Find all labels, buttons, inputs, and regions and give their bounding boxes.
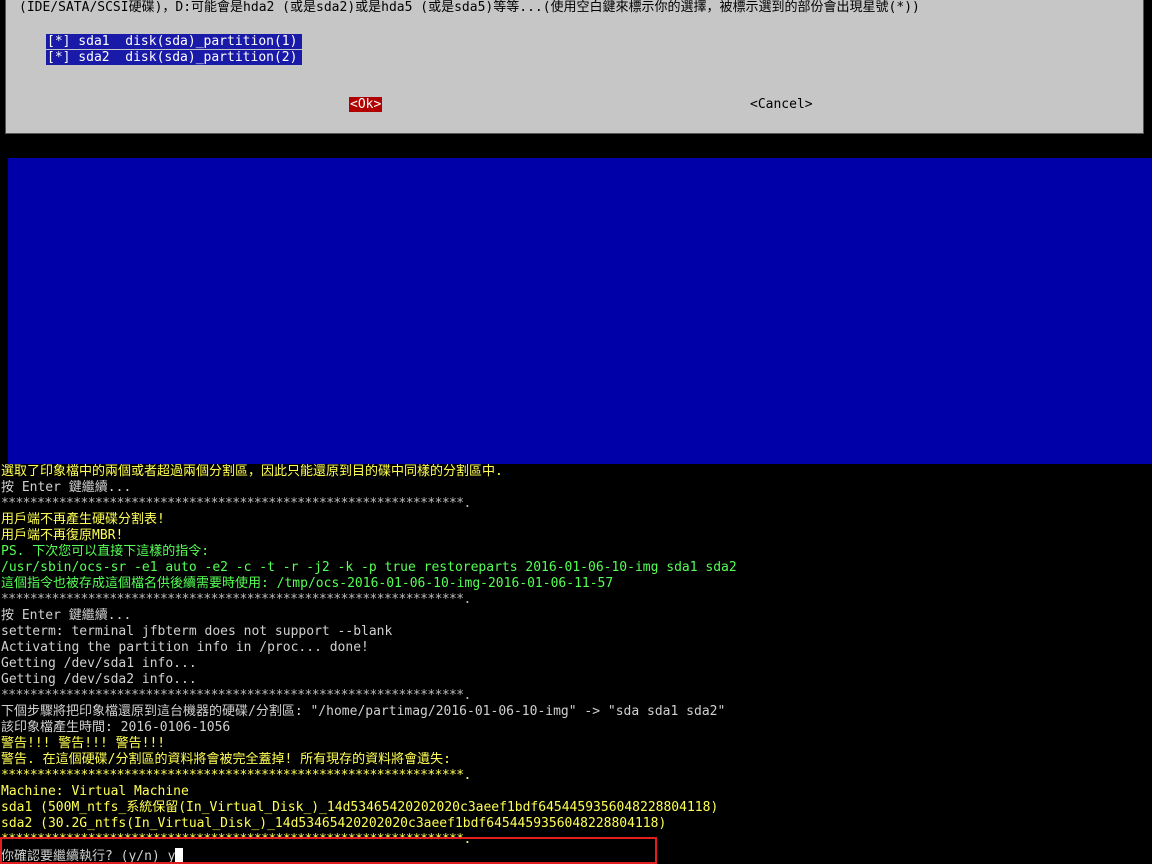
terminal-line: Activating the partition info in /proc..… <box>1 640 369 655</box>
partition-item-sda1[interactable]: [*] sda1 disk(sda)_partition(1) <box>46 34 302 49</box>
terminal-line: 用戶端不再復原MBR! <box>1 528 124 543</box>
left-black-strip <box>0 144 8 464</box>
terminal-line: ****************************************… <box>1 768 471 783</box>
cancel-button[interactable]: <Cancel> <box>750 97 813 112</box>
terminal-line: ****************************************… <box>1 688 471 703</box>
terminal-line: sda1 (500M_ntfs_系統保留(In_Virtual_Disk_)_1… <box>1 800 719 815</box>
dialog-description: (IDE/SATA/SCSI硬碟)，D:可能會是hda2 (或是sda2)或是h… <box>19 0 920 15</box>
terminal-line: PS. 下次您可以直接下這樣的指令: <box>1 544 210 559</box>
terminal-line: Getting /dev/sda1 info... <box>1 656 197 671</box>
terminal-line: Getting /dev/sda2 info... <box>1 672 197 687</box>
terminal-line: 該印象檔產生時間: 2016-0106-1056 <box>1 720 231 735</box>
terminal-line: 按 Enter 鍵繼續... <box>1 608 132 623</box>
terminal-line: 下個步驟將把印象檔還原到這台機器的硬碟/分割區: "/home/partimag… <box>1 704 726 719</box>
partition-item-sda2[interactable]: [*] sda2 disk(sda)_partition(2) <box>46 50 302 65</box>
terminal-line: 這個指令也被存成這個檔名供後續需要時使用: /tmp/ocs-2016-01-0… <box>1 576 614 591</box>
terminal-line: 選取了印象檔中的兩個或者超過兩個分割區，因此只能還原到目的碟中同樣的分割區中. <box>1 464 503 479</box>
terminal-line: ****************************************… <box>1 592 471 607</box>
terminal-line: sda2 (30.2G_ntfs(In_Virtual_Disk_)_14d53… <box>1 816 667 831</box>
terminal-line: setterm: terminal jfbterm does not suppo… <box>1 624 393 639</box>
terminal-line: 用戶端不再產生硬碟分割表! <box>1 512 165 527</box>
terminal-line: ****************************************… <box>1 496 471 511</box>
ok-button[interactable]: <Ok> <box>349 97 383 112</box>
terminal-line: 警告. 在這個硬碟/分割區的資料將會被完全蓋掉! 所有現存的資料將會遺失: <box>1 752 451 767</box>
terminal-line: /usr/sbin/ocs-sr -e1 auto -e2 -c -t -r -… <box>1 560 737 575</box>
dialog-area: (IDE/SATA/SCSI硬碟)，D:可能會是hda2 (或是sda2)或是h… <box>0 0 1152 144</box>
dialog-shadow <box>8 134 1152 144</box>
partition-list: [*] sda1 disk(sda)_partition(1) [*] sda2… <box>46 34 302 66</box>
terminal-line: 警告!!! 警告!!! 警告!!! <box>1 736 166 751</box>
partition-select-dialog: (IDE/SATA/SCSI硬碟)，D:可能會是hda2 (或是sda2)或是h… <box>5 0 1144 134</box>
terminal-line: 按 Enter 鍵繼續... <box>1 480 132 495</box>
terminal-output: 選取了印象檔中的兩個或者超過兩個分割區，因此只能還原到目的碟中同樣的分割區中. 按… <box>0 464 1152 864</box>
blue-backdrop <box>8 158 1152 464</box>
terminal-line: Machine: Virtual Machine <box>1 784 189 799</box>
confirm-prompt-highlight <box>0 837 657 864</box>
